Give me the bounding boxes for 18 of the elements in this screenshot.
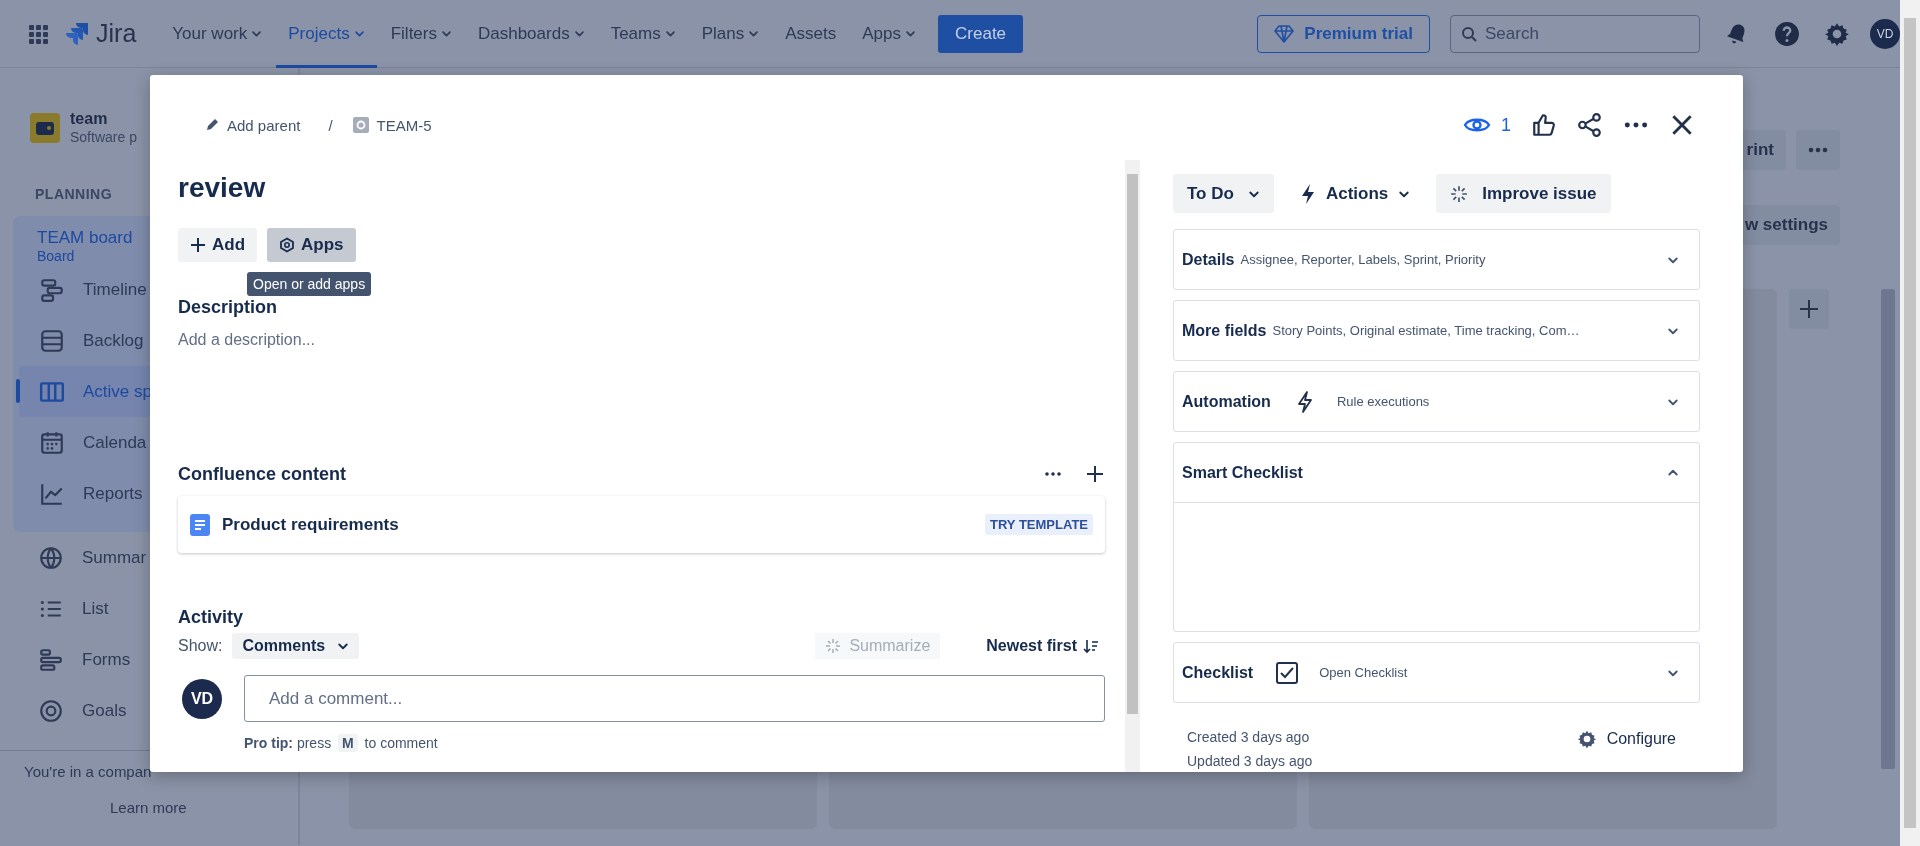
updated-date: Updated 3 days ago [1187,752,1313,771]
breadcrumb-separator: / [328,116,333,134]
user-avatar: VD [182,678,222,719]
tooltip: Open or add apps [247,272,372,296]
field-summary: Rule executions [1336,394,1430,409]
field-summary: Story Points, Original estimate, Time tracking, Com… [1272,323,1580,338]
show-label: Show: [178,637,223,655]
section-heading: Activity [178,606,245,628]
field-summary: Open Checklist [1319,665,1408,680]
board-type: Board [37,248,76,264]
project-type: Software p [70,129,137,145]
field-summary: Assignee, Reporter, Labels, Sprint, Priority [1240,252,1486,267]
section-title: PLANNING [35,186,113,202]
company-notice: You're in a compan [24,763,152,780]
section-heading: Confluence content [178,463,347,485]
section-heading: Description [178,296,279,318]
created-date: Created 3 days ago [1187,728,1311,747]
pro-tip: Pro tip: press M to comment [244,734,439,752]
